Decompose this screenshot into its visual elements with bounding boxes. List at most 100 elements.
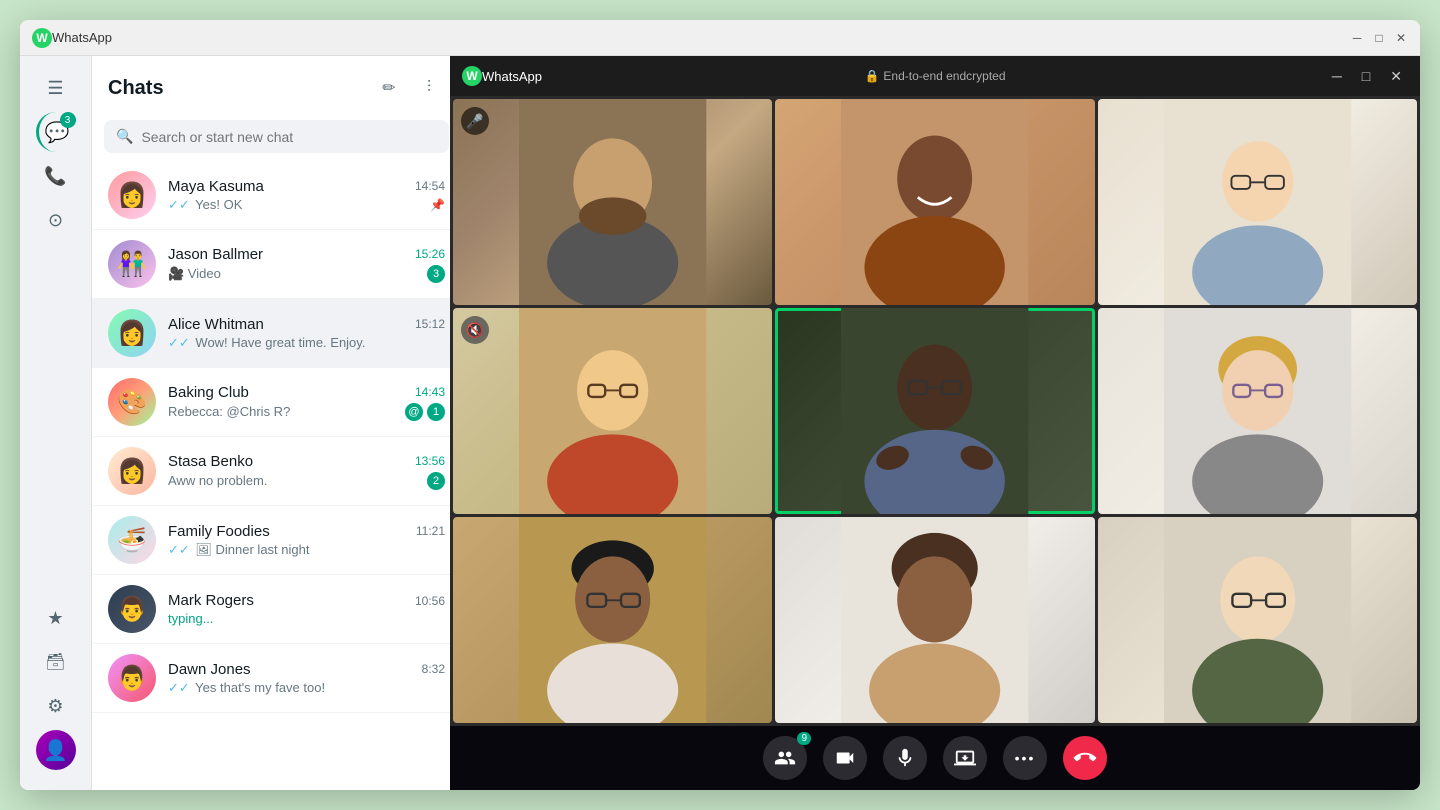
sidebar-item-settings[interactable]: ⚙ (36, 686, 76, 726)
maximize-button[interactable]: □ (1372, 31, 1386, 45)
title-bar-title: WhatsApp (52, 30, 1350, 45)
video-cell-5 (775, 308, 1094, 514)
mic-button[interactable] (883, 736, 927, 780)
chat-item-family[interactable]: 🍜 Family Foodies 11:21 ✓✓ 🖼 Dinner last … (92, 506, 461, 575)
minimize-button[interactable]: ─ (1350, 31, 1364, 45)
sidebar-item-chats[interactable]: 💬 3 (36, 112, 76, 152)
sidebar-icons: ☰ 💬 3 📞 ⊙ ★ 🗃 ⚙ 👤 (20, 56, 92, 790)
chat-item-baking[interactable]: 🎨 Baking Club 14:43 Rebecca: @Chris R? @… (92, 368, 461, 437)
chat-preview-stasa: Aww no problem. (168, 473, 427, 488)
new-chat-button[interactable]: ✏ (373, 72, 405, 104)
avatar-alice: 👩 (108, 309, 156, 357)
mention-badge-baking: @ (405, 403, 423, 421)
app-window: W WhatsApp ─ □ ✕ ☰ 💬 3 📞 ⊙ ★ 🗃 ⚙ (20, 20, 1420, 790)
lock-icon: 🔒 (864, 69, 879, 83)
chat-name-baking: Baking Club (168, 384, 249, 401)
chat-info-stasa: Stasa Benko 13:56 Aww no problem. 2 (168, 453, 445, 490)
sidebar-item-starred[interactable]: ★ (36, 598, 76, 638)
chat-time-baking: 14:43 (415, 385, 445, 399)
chat-info-alice: Alice Whitman 15:12 ✓✓ Wow! Have great t… (168, 316, 445, 351)
chat-time-stasa: 13:56 (415, 454, 445, 468)
unread-badge-stasa: 2 (427, 472, 445, 490)
close-button[interactable]: ✕ (1394, 31, 1408, 45)
chat-preview-baking: Rebecca: @Chris R? (168, 404, 405, 419)
avatar-mark: 👨 (108, 585, 156, 633)
video-call-window-controls: ─ □ ✕ (1326, 66, 1408, 87)
video-cell-1: 🎤 (453, 99, 772, 305)
chat-preview-family: ✓✓ 🖼 Dinner last night (168, 542, 445, 558)
search-icon: 🔍 (116, 128, 133, 145)
search-input[interactable] (141, 129, 437, 145)
sidebar-item-calls[interactable]: 📞 (36, 156, 76, 196)
badges-baking: @ 1 (405, 403, 445, 421)
unread-badge-baking: 1 (427, 403, 445, 421)
end-call-button[interactable] (1063, 736, 1107, 780)
video-call-logo: W (462, 66, 482, 86)
more-dots-icon: ••• (1015, 750, 1036, 766)
chat-time-alice: 15:12 (415, 317, 445, 331)
video-call-titlebar: W WhatsApp 🔒 End-to-end endcrypted ─ □ ✕ (450, 56, 1420, 96)
chat-name-dawn: Dawn Jones (168, 661, 251, 678)
video-cell-6 (1098, 308, 1417, 514)
video-cell-3 (1098, 99, 1417, 305)
chat-item-jason[interactable]: 👫 Jason Ballmer 15:26 🎥 Video 3 (92, 230, 461, 299)
chat-info-jason: Jason Ballmer 15:26 🎥 Video 3 (168, 246, 445, 283)
chat-preview-mark: typing... (168, 611, 445, 626)
vc-maximize-button[interactable]: □ (1356, 66, 1376, 87)
chat-name-family: Family Foodies (168, 523, 270, 540)
avatar-dawn: 👨 (108, 654, 156, 702)
chat-info-family: Family Foodies 11:21 ✓✓ 🖼 Dinner last ni… (168, 523, 445, 558)
chat-name-mark: Mark Rogers (168, 592, 254, 609)
chat-time-family: 11:21 (416, 524, 445, 538)
badges-stasa: 2 (427, 472, 445, 490)
video-cell-9 (1098, 517, 1417, 723)
chat-time-maya: 14:54 (415, 179, 445, 193)
vc-minimize-button[interactable]: ─ (1326, 66, 1348, 87)
chat-time-dawn: 8:32 (422, 662, 445, 676)
main-content: ☰ 💬 3 📞 ⊙ ★ 🗃 ⚙ 👤 Chats ✏ ⫶ (20, 56, 1420, 790)
sidebar-item-menu[interactable]: ☰ (36, 68, 76, 108)
participants-button[interactable]: 9 (763, 736, 807, 780)
avatar-baking: 🎨 (108, 378, 156, 426)
title-bar: W WhatsApp ─ □ ✕ (20, 20, 1420, 56)
window-controls: ─ □ ✕ (1350, 31, 1408, 45)
chat-item-maya[interactable]: 👩 Maya Kasuma 14:54 ✓✓ Yes! OK 📌 (92, 161, 461, 230)
avatar-jason: 👫 (108, 240, 156, 288)
chat-name-alice: Alice Whitman (168, 316, 264, 333)
chat-name-stasa: Stasa Benko (168, 453, 253, 470)
avatar-family: 🍜 (108, 516, 156, 564)
more-options-button[interactable]: ••• (1003, 736, 1047, 780)
chat-preview-maya: ✓✓ Yes! OK (168, 197, 430, 213)
chat-item-mark[interactable]: 👨 Mark Rogers 10:56 typing... (92, 575, 461, 644)
chat-time-mark: 10:56 (415, 594, 445, 608)
user-avatar[interactable]: 👤 (36, 730, 76, 770)
chat-name-maya: Maya Kasuma (168, 178, 264, 195)
unread-badge-jason: 3 (427, 265, 445, 283)
chat-list-panel: Chats ✏ ⫶ 🔍 👩 Maya Kasuma 14:54 (92, 56, 462, 790)
chat-item-dawn[interactable]: 👨 Dawn Jones 8:32 ✓✓ Yes that's my fave … (92, 644, 461, 713)
chat-preview-alice: ✓✓ Wow! Have great time. Enjoy. (168, 335, 445, 351)
chats-title: Chats (108, 77, 164, 100)
chat-info-maya: Maya Kasuma 14:54 ✓✓ Yes! OK 📌 (168, 178, 445, 213)
filter-button[interactable]: ⫶ (413, 72, 445, 104)
sidebar-bottom: ★ 🗃 ⚙ 👤 (36, 598, 76, 770)
chat-item-stasa[interactable]: 👩 Stasa Benko 13:56 Aww no problem. 2 (92, 437, 461, 506)
avatar-stasa: 👩 (108, 447, 156, 495)
chat-time-jason: 15:26 (415, 247, 445, 261)
participant-count: 9 (797, 732, 811, 745)
video-cell-2 (775, 99, 1094, 305)
sidebar-item-status[interactable]: ⊙ (36, 200, 76, 240)
e2e-label: 🔒 End-to-end endcrypted (864, 69, 1005, 83)
vc-close-button[interactable]: ✕ (1384, 66, 1408, 87)
video-call-window: W WhatsApp 🔒 End-to-end endcrypted ─ □ ✕… (450, 56, 1420, 790)
screenshare-button[interactable] (943, 736, 987, 780)
video-cell-8 (775, 517, 1094, 723)
sidebar-item-archived[interactable]: 🗃 (36, 642, 76, 682)
chat-preview-dawn: ✓✓ Yes that's my fave too! (168, 680, 445, 696)
avatar-maya: 👩 (108, 171, 156, 219)
camera-button[interactable] (823, 736, 867, 780)
pin-icon-maya: 📌 (430, 198, 445, 212)
chat-info-mark: Mark Rogers 10:56 typing... (168, 592, 445, 626)
chat-item-alice[interactable]: 👩 Alice Whitman 15:12 ✓✓ Wow! Have great… (92, 299, 461, 368)
chat-preview-jason: 🎥 Video (168, 266, 427, 282)
